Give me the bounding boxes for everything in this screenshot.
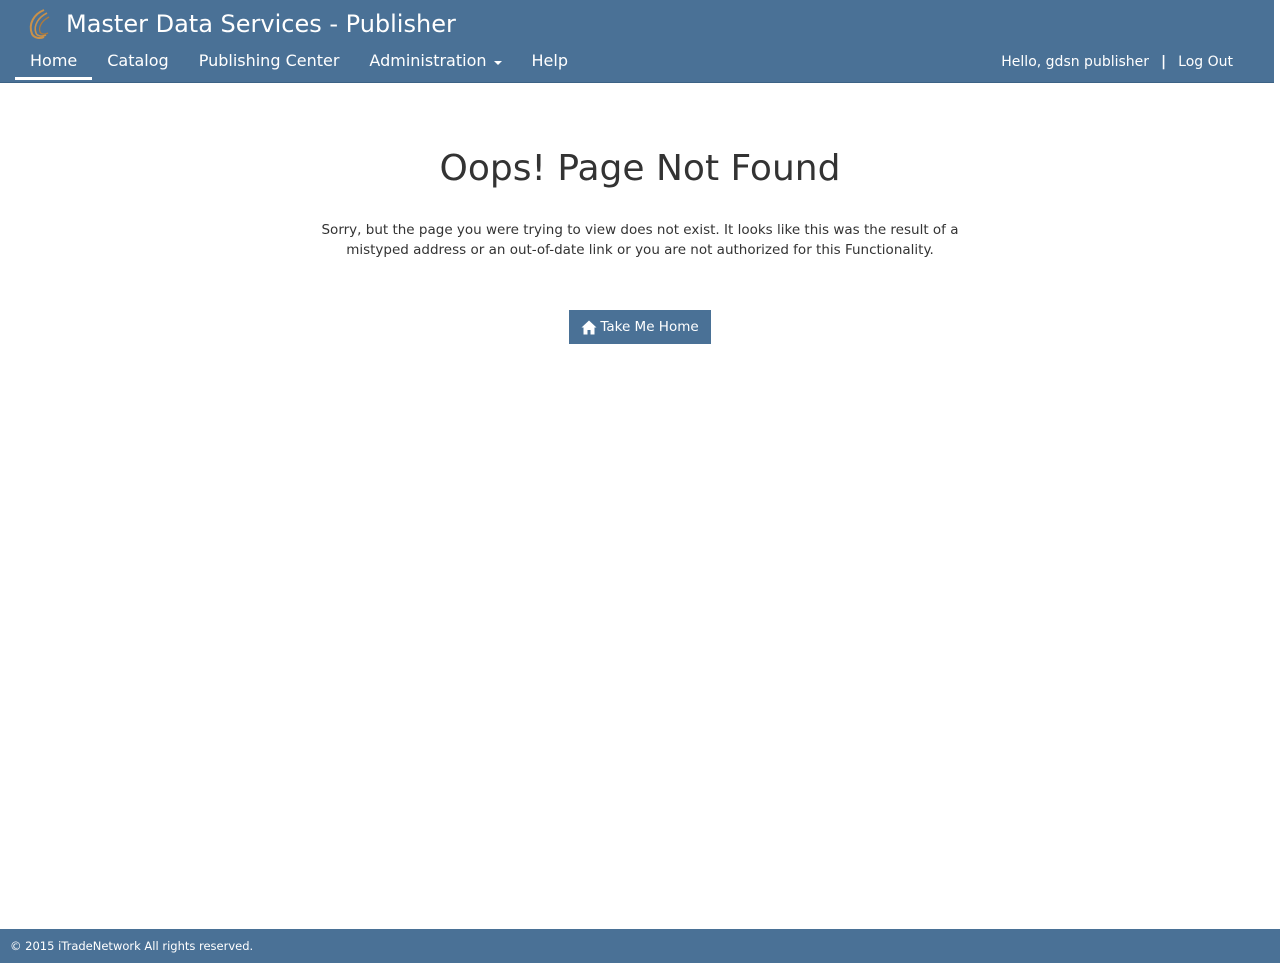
page-title: Oops! Page Not Found	[439, 148, 841, 189]
swirl-logo-icon	[29, 9, 50, 39]
nav-item-publishing-center[interactable]: Publishing Center	[184, 44, 355, 78]
nav-item-label: Help	[531, 51, 568, 70]
nav-item-home[interactable]: Home	[15, 44, 93, 80]
nav-item-help[interactable]: Help	[517, 44, 583, 78]
nav-item-label: Administration	[369, 51, 487, 70]
take-me-home-label: Take Me Home	[600, 319, 699, 335]
user-area: Hello, gdsn publisher | Log Out	[1001, 44, 1233, 80]
nav-item-label: Home	[30, 50, 78, 70]
app-title: Master Data Services - Publisher	[66, 10, 456, 38]
top-navbar: Master Data Services - Publisher Home Ca…	[0, 0, 1274, 83]
nav-item-administration[interactable]: Administration	[354, 44, 516, 78]
home-icon	[581, 320, 597, 334]
user-greeting: Hello, gdsn publisher	[1001, 54, 1150, 70]
main-content: Oops! Page Not Found Sorry, but the page…	[0, 83, 1280, 344]
nav-item-label: Catalog	[107, 51, 169, 70]
logout-link[interactable]: Log Out	[1178, 54, 1233, 70]
caret-down-icon	[493, 60, 502, 65]
brand[interactable]: Master Data Services - Publisher	[24, 6, 456, 42]
take-me-home-button[interactable]: Take Me Home	[569, 310, 711, 344]
user-separator: |	[1161, 54, 1167, 70]
nav-item-label: Publishing Center	[198, 51, 340, 70]
footer: © 2015 iTradeNetwork All rights reserved…	[0, 929, 1280, 963]
nav-item-catalog[interactable]: Catalog	[92, 44, 183, 78]
error-message: Sorry, but the page you were trying to v…	[321, 222, 959, 258]
main-nav: Home Catalog Publishing Center Administr…	[15, 44, 583, 80]
copyright-text: © 2015 iTradeNetwork All rights reserved…	[10, 939, 254, 953]
